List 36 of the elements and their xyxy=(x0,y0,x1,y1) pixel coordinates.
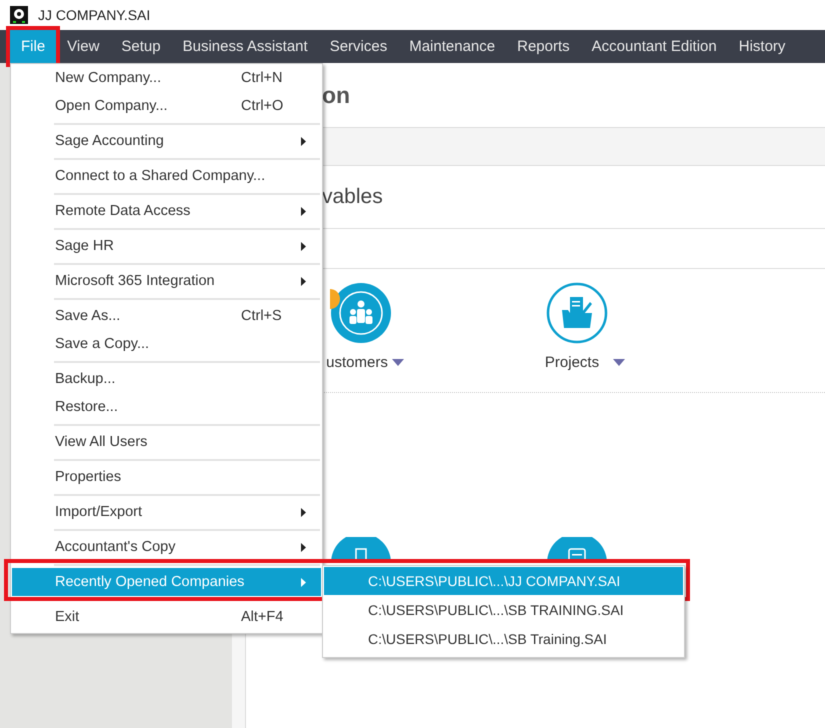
menu-bar-item[interactable]: Services xyxy=(318,30,398,63)
menu-item[interactable]: View All Users xyxy=(12,428,321,456)
tile-label[interactable]: Projects xyxy=(544,354,600,371)
section-title: vables xyxy=(322,185,383,208)
menu-bar-item[interactable]: Business Assistant xyxy=(172,30,319,63)
menu-item[interactable]: Sage Accounting xyxy=(12,127,321,155)
menu-item[interactable]: Save As... Ctrl+S xyxy=(12,302,321,330)
window-title: JJ COMPANY.SAI xyxy=(38,7,150,23)
app-logo-icon xyxy=(10,6,28,24)
menu-bar-item[interactable]: Reports xyxy=(506,30,581,63)
menu-item[interactable]: Remote Data Access xyxy=(12,197,321,225)
menu-item[interactable]: Microsoft 365 Integration xyxy=(12,267,321,295)
menu-item[interactable]: C:\USERS\PUBLIC\...\SB Training.SAI xyxy=(324,625,683,653)
menu-item[interactable]: C:\USERS\PUBLIC\...\SB TRAINING.SAI xyxy=(324,596,683,624)
page-heading: on xyxy=(322,82,350,108)
menu-bar-item[interactable]: View xyxy=(56,30,110,63)
menu-item[interactable]: Connect to a Shared Company... xyxy=(12,162,321,190)
menu-bar-item[interactable]: Setup xyxy=(110,30,172,63)
menu-bar-item[interactable]: Maintenance xyxy=(398,30,506,63)
dropdown-caret-icon[interactable] xyxy=(392,359,404,366)
folder-icon[interactable] xyxy=(546,282,608,344)
menu-bar-item[interactable]: History xyxy=(728,30,796,63)
menu-item[interactable]: Sage HR xyxy=(12,232,321,260)
menu-item[interactable]: Properties xyxy=(12,463,321,491)
menu-item[interactable]: Backup... xyxy=(12,365,321,393)
menu-bar-item[interactable]: Accountant Edition xyxy=(580,30,728,63)
menu-item[interactable]: Import/Export xyxy=(12,498,321,526)
menu-item[interactable]: Save a Copy... xyxy=(12,330,321,358)
menu-item[interactable]: New Company... Ctrl+N xyxy=(12,64,321,92)
menu-item[interactable]: Open Company... Ctrl+O xyxy=(12,92,321,120)
menu-item[interactable]: Restore... xyxy=(12,393,321,421)
people-icon[interactable] xyxy=(330,282,392,344)
dropdown-caret-icon[interactable] xyxy=(613,359,626,366)
menu-item[interactable]: Accountant's Copy xyxy=(12,533,321,561)
tile-label[interactable]: ustomers xyxy=(326,354,388,371)
menu-item[interactable]: Exit Alt+F4 xyxy=(12,603,321,631)
